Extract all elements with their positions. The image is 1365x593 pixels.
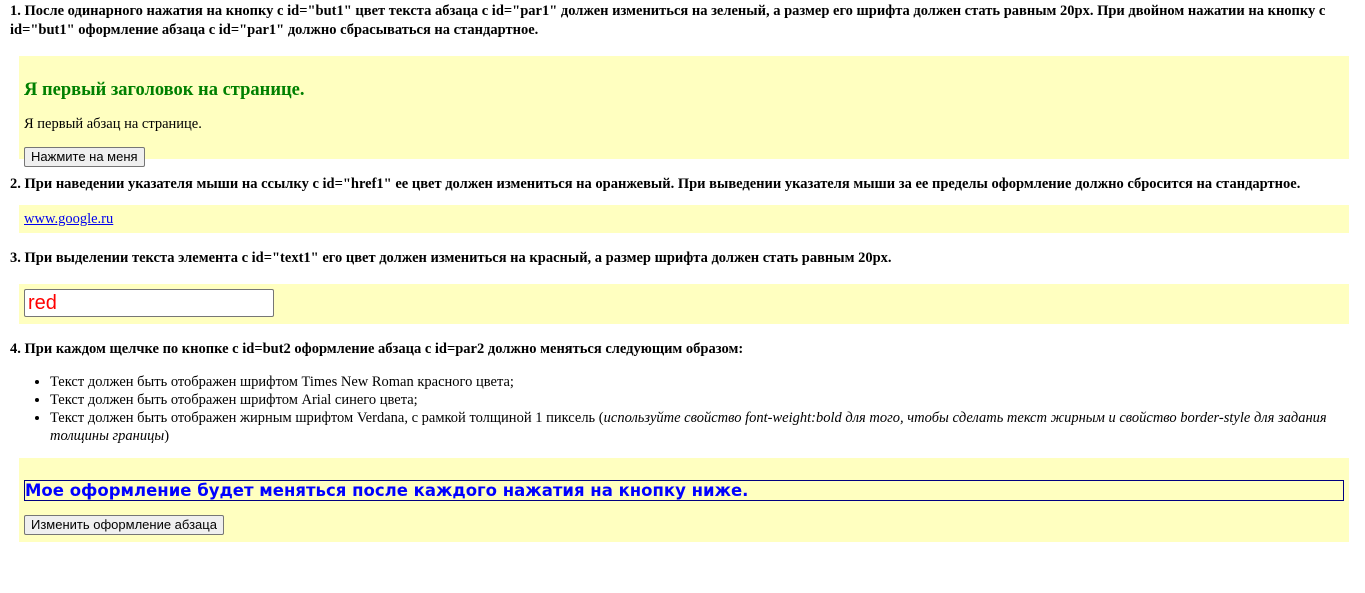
list-item: Текст должен быть отображен шрифтом Aria… bbox=[50, 391, 1356, 409]
first-heading: Я первый заголовок на странице. bbox=[24, 80, 305, 100]
task-1-box: Я первый заголовок на странице. Я первый… bbox=[19, 56, 1349, 167]
google-link[interactable]: www.google.ru bbox=[24, 211, 113, 227]
list-item: Текст должен быть отображен шрифтом Time… bbox=[50, 373, 1356, 391]
task-2-description: 2. При наведении указателя мыши на ссылк… bbox=[10, 176, 1301, 192]
click-me-button[interactable]: Нажмите на меня bbox=[24, 147, 145, 167]
page-content: 1. После одинарного нажатия на кнопку с … bbox=[0, 0, 1365, 542]
task-4-box: Мое оформление будет меняться после кажд… bbox=[19, 458, 1349, 542]
text-input[interactable] bbox=[24, 289, 274, 317]
rules-list: Текст должен быть отображен шрифтом Time… bbox=[10, 373, 1356, 445]
first-paragraph: Я первый абзац на странице. bbox=[24, 116, 202, 132]
task-2-box: www.google.ru bbox=[19, 205, 1349, 233]
styled-paragraph: Мое оформление будет меняться после кажд… bbox=[24, 480, 1344, 501]
list-item-end: ) bbox=[164, 428, 170, 444]
task-3-description: 3. При выделении текста элемента с id="t… bbox=[10, 250, 892, 266]
task-3-box bbox=[19, 284, 1349, 324]
list-item: Текст должен быть отображен жирным шрифт… bbox=[50, 409, 1356, 445]
task-4-description: 4. При каждом щелчке по кнопке с id=but2… bbox=[10, 341, 744, 357]
list-item-text: Текст должен быть отображен жирным шрифт… bbox=[50, 410, 604, 426]
task-1-description: 1. После одинарного нажатия на кнопку с … bbox=[10, 3, 1326, 38]
change-style-button[interactable]: Изменить оформление абзаца bbox=[24, 515, 224, 535]
